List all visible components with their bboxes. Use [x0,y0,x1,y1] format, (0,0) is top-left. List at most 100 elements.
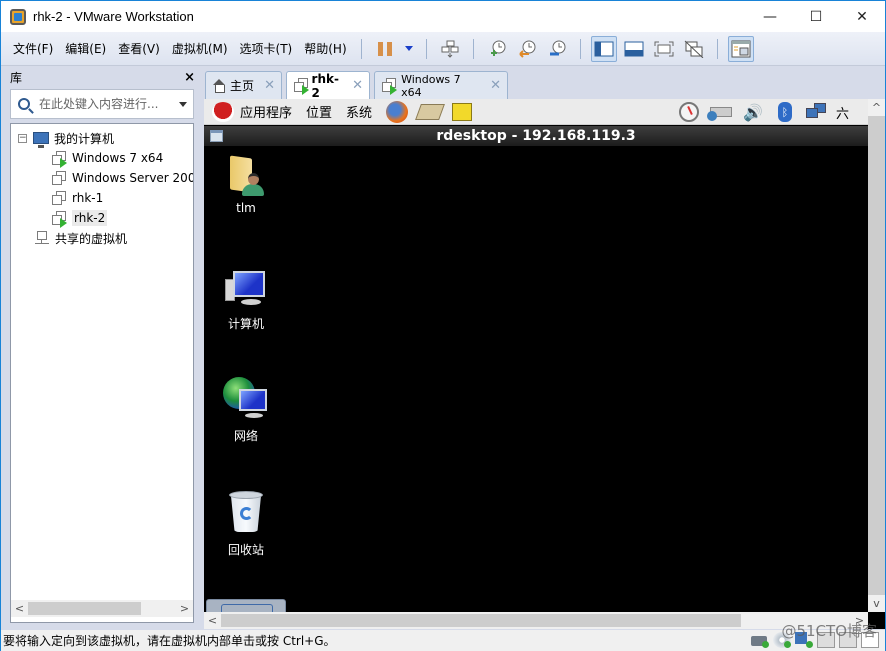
tree-label: rhk-1 [72,191,104,205]
tree-item-vm[interactable]: rhk-1 [51,188,103,208]
console-hscrollbar[interactable]: < > [204,612,868,629]
computer-icon [33,132,49,148]
vmware-app-icon [10,8,26,25]
console-vscrollbar[interactable]: ^ v [868,99,885,612]
desktop-icon-label: 计算机 [227,317,264,331]
take-snapshot-button[interactable] [484,36,510,62]
scroll-right-arrow[interactable]: > [176,602,193,615]
guest-top-panel: 应用程序 位置 系统 🔊 ᛒ 六 [204,99,868,125]
rdesktop-title: rdesktop - 192.168.119.3 [436,128,636,144]
tree-label: rhk-2 [72,210,108,226]
hard-disk-status-icon[interactable] [751,632,769,648]
menu-edit[interactable]: 编辑(E) [59,40,112,57]
vm-console[interactable]: 应用程序 位置 系统 🔊 ᛒ 六 rdesktop - 192.168.119.… [204,99,885,629]
desktop-icon-user-folder[interactable]: tlm [211,155,281,215]
scroll-thumb[interactable] [28,602,141,615]
keyboard-layout-button[interactable] [706,102,734,122]
library-search[interactable] [10,89,194,119]
guest-menu-places[interactable]: 位置 [306,102,332,121]
console-view-button[interactable] [727,35,754,62]
menu-help[interactable]: 帮助(H) [298,40,352,57]
redhat-logo-icon[interactable] [212,101,234,122]
guest-menu-applications[interactable]: 应用程序 [240,102,292,121]
vm-running-icon [51,210,68,228]
title-bar: rhk-2 - VMware Workstation — ☐ ✕ [1,1,885,32]
desktop-icon-computer[interactable]: 计算机 [211,269,281,332]
tab-rhk-2[interactable]: rhk-2 ✕ [286,71,370,100]
toolbar-separator [472,38,474,59]
send-ctrl-alt-del-button[interactable] [437,36,463,62]
desktop-icon-label: tlm [236,201,256,215]
search-dropdown-icon[interactable] [179,101,187,107]
library-panel: 库 × − 我的计算机 Windows 7 x64 Windows Server… [1,67,201,629]
tab-bar: 主页 ✕ rhk-2 ✕ Windows 7 x64 ✕ [205,71,508,100]
scroll-down-arrow[interactable]: v [868,595,885,612]
library-close-button[interactable]: × [184,70,195,85]
tab-label: rhk-2 [311,71,339,100]
library-search-input[interactable] [39,97,171,111]
text-editor-icon[interactable] [452,102,473,121]
guest-clock[interactable]: 六 [836,103,849,122]
menu-bar: 文件(F) 编辑(E) 查看(V) 虚拟机(M) 选项卡(T) 帮助(H) [1,32,885,66]
desktop-icon-network[interactable]: 网络 [211,377,281,444]
thumbnail-bar-button[interactable] [621,36,647,62]
tab-close-button[interactable]: ✕ [254,78,275,93]
status-message: 要将输入定向到该虚拟机，请在虚拟机内部单击或按 Ctrl+G。 [3,634,336,648]
thumbnail-bar-icon [624,41,644,56]
menu-file[interactable]: 文件(F) [7,40,59,57]
network-icon [223,377,269,421]
minimize-button[interactable]: — [747,1,793,32]
desktop-icon-label: 回收站 [227,543,264,557]
pause-icon [377,41,392,56]
snapshot-manager-button[interactable] [544,36,570,62]
menu-vm[interactable]: 虚拟机(M) [166,40,234,57]
computer-icon [223,269,269,309]
revert-snapshot-button[interactable] [514,36,540,62]
scroll-thumb[interactable] [221,614,741,627]
tab-close-button[interactable]: ✕ [342,78,363,93]
unity-icon [684,40,703,58]
tab-home[interactable]: 主页 ✕ [205,71,282,99]
scroll-left-arrow[interactable]: < [204,614,221,627]
scroll-thumb[interactable] [868,116,885,595]
mail-client-icon[interactable] [415,103,445,120]
menu-view[interactable]: 查看(V) [112,40,166,57]
scroll-left-arrow[interactable]: < [11,602,28,615]
tree-label: 共享的虚拟机 [55,231,128,246]
tab-close-button[interactable]: ✕ [480,78,501,93]
show-library-button[interactable] [590,35,617,62]
pause-button[interactable] [372,36,398,62]
close-button[interactable]: ✕ [839,1,885,32]
power-dropdown-button[interactable] [402,36,416,62]
scroll-up-arrow[interactable]: ^ [868,99,885,116]
full-screen-button[interactable] [651,36,677,62]
tree-item-shared-vms[interactable]: 共享的虚拟机 [34,228,127,248]
tree-item-vm[interactable]: Windows Server 200 [51,168,193,188]
desktop-icon-recycle-bin[interactable]: 回收站 [211,491,281,558]
network-status-button[interactable] [804,102,830,122]
tree-item-vm-selected[interactable]: rhk-2 [51,208,108,228]
bluetooth-button[interactable]: ᛒ [772,102,798,122]
firefox-icon[interactable] [386,100,409,123]
tree-item-my-computer[interactable]: − 我的计算机 [18,128,114,148]
volume-icon[interactable]: 🔊 [740,102,766,122]
window-menu-icon[interactable] [210,130,223,142]
tree-item-vm[interactable]: Windows 7 x64 [51,148,163,168]
unity-button[interactable] [681,36,707,62]
snapshot-manager-icon [549,40,566,55]
vm-running-icon [293,77,309,95]
vmware-window: rhk-2 - VMware Workstation — ☐ ✕ 文件(F) 编… [0,0,886,651]
tab-windows-7-x64[interactable]: Windows 7 x64 ✕ [374,71,508,99]
library-hscrollbar[interactable]: < > [11,600,193,617]
guest-menu-system[interactable]: 系统 [346,102,372,121]
vm-running-icon [381,77,397,95]
search-icon [18,98,30,110]
cpu-monitor-button[interactable] [676,102,702,122]
toolbar-separator [716,38,718,59]
menu-tabs[interactable]: 选项卡(T) [234,40,299,57]
keyboard-icon [706,107,732,121]
tree-label: 我的计算机 [54,131,115,146]
revert-snapshot-icon [518,40,536,58]
maximize-button[interactable]: ☐ [793,1,839,32]
collapse-toggle-icon[interactable]: − [18,133,27,143]
